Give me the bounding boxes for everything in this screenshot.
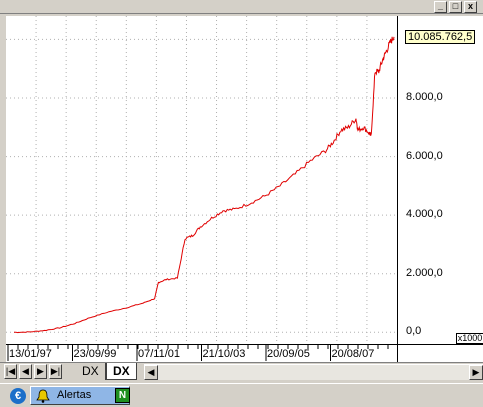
x-axis[interactable]: 13/01/97 23/09/99 07/11/01 21/10/03 20/09/05…	[6, 344, 397, 362]
y-tick-label: 6.000,0	[406, 149, 443, 162]
x-tick-label: 20/09/05	[267, 348, 310, 360]
plot-area[interactable]	[6, 16, 397, 344]
news-icon[interactable]: N	[115, 388, 130, 403]
title-bar: _ □ x	[0, 0, 483, 14]
y-tick-label: 2.000,0	[406, 266, 443, 279]
chart-svg	[6, 16, 397, 344]
x-tick-label: 07/11/01	[138, 348, 181, 360]
minimize-button[interactable]: _	[434, 1, 447, 13]
bell-icon	[36, 389, 50, 403]
sheet-tab-bar: |◀ ◀ ▶ ▶| DX DX ◀ ▶	[0, 362, 483, 380]
chart-window: _ □ x 0,0 2.000,0 4.000,0 6.000,0 8.000,0 10…	[0, 0, 483, 407]
x-tick-label: 20/08/07	[331, 348, 375, 360]
scale-multiplier-label: x1000	[456, 333, 483, 344]
scroll-right-button[interactable]: ▶	[469, 365, 483, 380]
y-tick-label: 4.000,0	[406, 208, 443, 221]
x-tick-label: 13/01/97	[9, 348, 52, 360]
tab-dx-2[interactable]: DX	[106, 363, 137, 380]
close-button[interactable]: x	[464, 1, 477, 13]
last-tab-button[interactable]: ▶|	[49, 364, 62, 379]
alerts-label: Alertas	[57, 389, 92, 401]
x-tick-label: 21/10/03	[202, 348, 246, 360]
prev-tab-button[interactable]: ◀	[19, 364, 32, 379]
first-tab-button[interactable]: |◀	[4, 364, 17, 379]
y-axis[interactable]: 0,0 2.000,0 4.000,0 6.000,0 8.000,0 10.085.7…	[397, 16, 483, 344]
euro-icon[interactable]: €	[10, 388, 26, 404]
horizontal-scrollbar[interactable]: ◀ ▶	[144, 364, 483, 380]
next-tab-button[interactable]: ▶	[34, 364, 47, 379]
y-tick-label: 0,0	[406, 325, 422, 338]
last-value-label: 10.085.762,5	[405, 29, 476, 44]
axis-corner	[397, 344, 483, 362]
scroll-left-button[interactable]: ◀	[144, 365, 158, 380]
y-tick-label: 8.000,0	[406, 91, 443, 103]
x-tick-label: 23/09/99	[73, 348, 117, 360]
status-bar: € Alertas N	[0, 383, 483, 407]
tab-dx-1[interactable]: DX	[76, 363, 106, 380]
maximize-button[interactable]: □	[449, 1, 462, 13]
